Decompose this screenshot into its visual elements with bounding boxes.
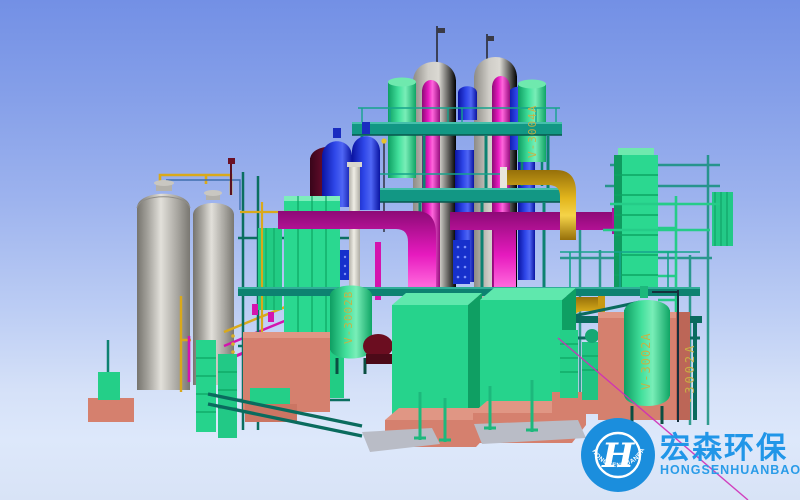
blue-reactor-1 xyxy=(322,128,352,207)
maroon-pump xyxy=(363,334,393,364)
label-v3004a: V-3004A xyxy=(526,105,539,158)
logo-chinese-name: 宏森环保 xyxy=(660,431,788,466)
label-v3002a: V-3002A xyxy=(639,332,653,390)
plant-3d-render: V-3004A V-3002B V-3002A -3002A H HONGSEN… xyxy=(0,0,800,500)
plant-model-canvas: V-3004A V-3002B V-3002A -3002A H HONGSEN… xyxy=(0,0,800,500)
logo-monogram: H xyxy=(601,436,636,476)
label-v3002b: V-3002B xyxy=(342,291,355,344)
far-right-green-panel xyxy=(712,192,733,246)
label-p3002a: -3002A xyxy=(683,343,697,404)
left-pump-station xyxy=(88,340,134,422)
logo-latin-name: HONGSENHUANBAO xyxy=(660,463,800,477)
